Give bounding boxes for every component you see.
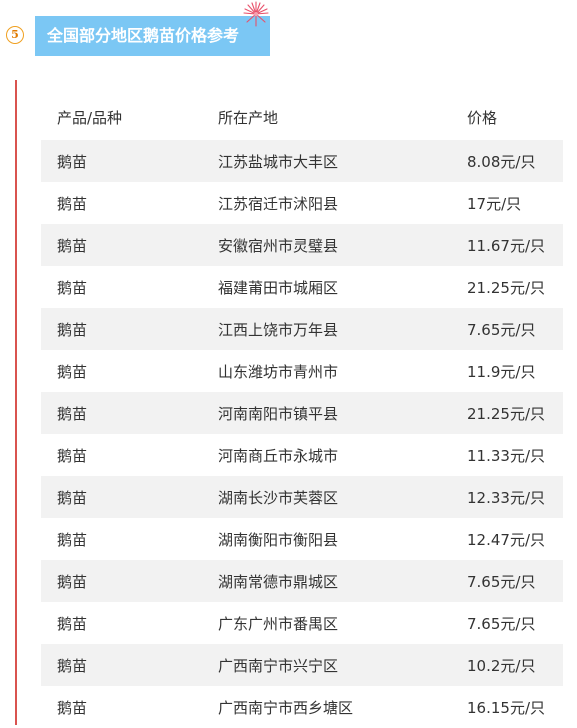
table-header-row: 产品/品种 所在产地 价格 <box>41 94 563 140</box>
product-cell: 鹅苗 <box>41 686 218 728</box>
price-cell: 11.67元/只 <box>467 224 563 266</box>
product-cell: 鹅苗 <box>41 182 218 224</box>
price-cell: 11.9元/只 <box>467 350 563 392</box>
origin-cell: 山东潍坊市青州市 <box>218 350 467 392</box>
table-row: 鹅苗 湖南长沙市芙蓉区 12.33元/只 <box>41 476 563 518</box>
origin-cell: 湖南衡阳市衡阳县 <box>218 518 467 560</box>
table-row: 鹅苗 江西上饶市万年县 7.65元/只 <box>41 308 563 350</box>
origin-cell: 江苏宿迁市沭阳县 <box>218 182 467 224</box>
price-cell: 7.65元/只 <box>467 602 563 644</box>
table-row: 鹅苗 福建莆田市城厢区 21.25元/只 <box>41 266 563 308</box>
price-cell: 16.15元/只 <box>467 686 563 728</box>
table-row: 鹅苗 江苏宿迁市沭阳县 17元/只 <box>41 182 563 224</box>
origin-cell: 湖南常德市鼎城区 <box>218 560 467 602</box>
table-row: 鹅苗 河南商丘市永城市 11.33元/只 <box>41 434 563 476</box>
firework-burst-icon <box>243 1 269 27</box>
product-cell: 鹅苗 <box>41 518 218 560</box>
table-row: 鹅苗 安徽宿州市灵璧县 11.67元/只 <box>41 224 563 266</box>
price-cell: 10.2元/只 <box>467 644 563 686</box>
table-row: 鹅苗 广东广州市番禺区 7.65元/只 <box>41 602 563 644</box>
table-body: 鹅苗 江苏盐城市大丰区 8.08元/只 鹅苗 江苏宿迁市沭阳县 17元/只 鹅苗 安徽宿州市灵… <box>41 140 563 728</box>
product-cell: 鹅苗 <box>41 140 218 182</box>
product-cell: 鹅苗 <box>41 266 218 308</box>
origin-cell: 河南商丘市永城市 <box>218 434 467 476</box>
origin-cell: 福建莆田市城厢区 <box>218 266 467 308</box>
section-number-badge: 5 <box>6 26 24 44</box>
price-cell: 17元/只 <box>467 182 563 224</box>
product-cell: 鹅苗 <box>41 434 218 476</box>
product-cell: 鹅苗 <box>41 644 218 686</box>
product-cell: 鹅苗 <box>41 602 218 644</box>
price-cell: 21.25元/只 <box>467 392 563 434</box>
origin-cell: 安徽宿州市灵璧县 <box>218 224 467 266</box>
product-cell: 鹅苗 <box>41 224 218 266</box>
product-cell: 鹅苗 <box>41 392 218 434</box>
section-header: 5 全国部分地区鹅苗价格参考 <box>0 0 577 60</box>
origin-cell: 湖南长沙市芙蓉区 <box>218 476 467 518</box>
table-row: 鹅苗 湖南衡阳市衡阳县 12.47元/只 <box>41 518 563 560</box>
table-row: 鹅苗 河南南阳市镇平县 21.25元/只 <box>41 392 563 434</box>
table-row: 鹅苗 湖南常德市鼎城区 7.65元/只 <box>41 560 563 602</box>
price-cell: 12.47元/只 <box>467 518 563 560</box>
table-row: 鹅苗 广西南宁市西乡塘区 16.15元/只 <box>41 686 563 728</box>
price-cell: 7.65元/只 <box>467 308 563 350</box>
price-cell: 11.33元/只 <box>467 434 563 476</box>
product-cell: 鹅苗 <box>41 350 218 392</box>
product-cell: 鹅苗 <box>41 476 218 518</box>
origin-cell: 河南南阳市镇平县 <box>218 392 467 434</box>
table-row: 鹅苗 江苏盐城市大丰区 8.08元/只 <box>41 140 563 182</box>
column-header-product: 产品/品种 <box>57 108 123 127</box>
product-cell: 鹅苗 <box>41 560 218 602</box>
table-row: 鹅苗 广西南宁市兴宁区 10.2元/只 <box>41 644 563 686</box>
origin-cell: 广东广州市番禺区 <box>218 602 467 644</box>
price-cell: 12.33元/只 <box>467 476 563 518</box>
origin-cell: 江苏盐城市大丰区 <box>218 140 467 182</box>
price-cell: 21.25元/只 <box>467 266 563 308</box>
origin-cell: 广西南宁市西乡塘区 <box>218 686 467 728</box>
section-title: 全国部分地区鹅苗价格参考 <box>35 16 270 56</box>
product-cell: 鹅苗 <box>41 308 218 350</box>
origin-cell: 江西上饶市万年县 <box>218 308 467 350</box>
table-row: 鹅苗 山东潍坊市青州市 11.9元/只 <box>41 350 563 392</box>
price-cell: 7.65元/只 <box>467 560 563 602</box>
price-table: 产品/品种 所在产地 价格 鹅苗 江苏盐城市大丰区 8.08元/只 鹅苗 江苏宿迁市沭阳… <box>41 94 563 728</box>
origin-cell: 广西南宁市兴宁区 <box>218 644 467 686</box>
column-header-price: 价格 <box>467 108 498 127</box>
left-accent-rule <box>15 80 17 725</box>
price-cell: 8.08元/只 <box>467 140 563 182</box>
column-header-origin: 所在产地 <box>218 108 279 127</box>
